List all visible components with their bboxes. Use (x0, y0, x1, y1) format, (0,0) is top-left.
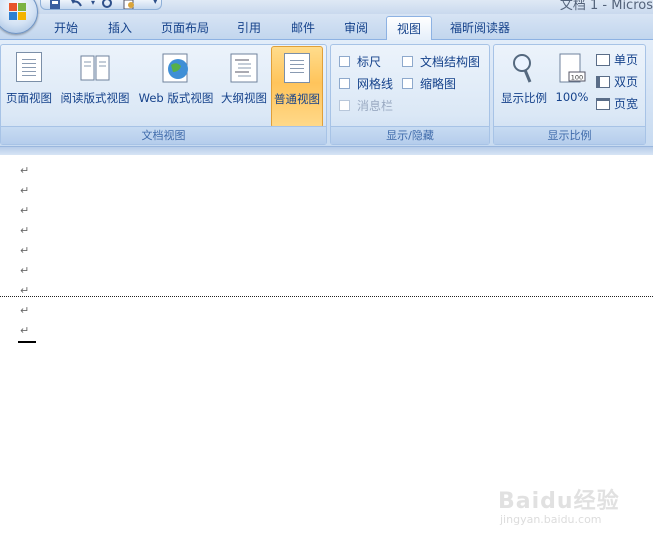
paragraph-mark: ↵ (20, 164, 30, 177)
tab-home[interactable]: 开始 (54, 19, 78, 36)
message-bar-checkbox: 消息栏 (339, 97, 393, 113)
draft-view-label: 普通视图 (274, 92, 320, 106)
paragraph-mark: ↵ (20, 224, 30, 237)
tab-references[interactable]: 引用 (237, 19, 261, 36)
web-layout-globe-icon (162, 53, 188, 83)
watermark-url: jingyan.baidu.com (500, 513, 602, 526)
draft-view-button[interactable]: 普通视图 (271, 46, 323, 128)
gridlines-label: 网格线 (357, 77, 394, 91)
quick-access-toolbar: ▾ ▾ (40, 0, 162, 10)
web-layout-button[interactable]: Web 版式视图 (135, 46, 217, 128)
tab-mailings[interactable]: 邮件 (291, 19, 315, 36)
zoom-label: 显示比例 (501, 91, 547, 105)
outline-view-button[interactable]: 大纲视图 (219, 46, 269, 128)
full-screen-reading-label: 阅读版式视图 (60, 91, 130, 105)
zoom-100-button[interactable]: 100 100% (552, 46, 592, 128)
document-map-checkbox[interactable]: 文档结构图 (402, 53, 480, 69)
print-layout-icon (16, 52, 42, 82)
one-page-button[interactable]: 单页 (596, 51, 638, 69)
open-book-icon (80, 55, 110, 81)
paragraph-mark: ↵ (20, 304, 30, 317)
outline-icon (230, 53, 258, 83)
full-screen-reading-button[interactable]: 阅读版式视图 (57, 46, 133, 128)
group-zoom-label: 显示比例 (494, 126, 645, 144)
page-width-label: 页宽 (614, 97, 639, 111)
web-layout-label: Web 版式视图 (138, 91, 214, 105)
paragraph-mark: ↵ (20, 204, 30, 217)
outline-view-label: 大纲视图 (221, 91, 267, 105)
ribbon-tab-bar: 开始 插入 页面布局 引用 邮件 审阅 视图 福昕阅读器 (0, 14, 653, 41)
page-width-icon (596, 98, 610, 110)
paragraph-mark: ↵ (20, 244, 30, 257)
save-icon[interactable] (49, 0, 61, 9)
watermark-brand: Baidu经验 (498, 489, 620, 514)
ribbon-bottom-edge (0, 146, 653, 155)
magnifier-icon (513, 54, 532, 83)
message-bar-checkbox-box (339, 100, 350, 111)
office-logo-icon (9, 3, 27, 21)
end-of-document-marker (18, 341, 36, 343)
redo-icon[interactable] (101, 0, 113, 9)
two-pages-label: 双页 (614, 75, 639, 89)
ribbon: 页面视图 阅读版式视图 Web 版式视图 大纲视图 普通视图 文档视图 标尺 文… (0, 40, 653, 146)
thumbnails-label: 缩略图 (420, 77, 457, 91)
two-pages-icon (596, 76, 610, 88)
tab-foxit-reader[interactable]: 福昕阅读器 (450, 19, 510, 36)
one-page-label: 单页 (614, 53, 639, 67)
tab-view[interactable]: 视图 (386, 16, 433, 41)
thumbnails-checkbox-box[interactable] (402, 78, 413, 89)
page-width-button[interactable]: 页宽 (596, 95, 638, 113)
group-show-hide: 标尺 文档结构图 网格线 缩略图 消息栏 显示/隐藏 (330, 44, 490, 145)
hundred-percent-icon: 100 (559, 53, 586, 83)
title-bar: ▾ ▾ 文档 1 - Micros (0, 0, 653, 14)
draft-view-icon (284, 53, 310, 83)
tab-insert[interactable]: 插入 (108, 19, 132, 36)
tab-review[interactable]: 审阅 (344, 19, 368, 36)
group-document-views: 页面视图 阅读版式视图 Web 版式视图 大纲视图 普通视图 文档视图 (0, 44, 327, 145)
document-map-label: 文档结构图 (420, 55, 481, 69)
group-show-hide-label: 显示/隐藏 (331, 126, 489, 144)
zoom-button[interactable]: 显示比例 (498, 46, 550, 128)
paragraph-mark: ↵ (20, 324, 30, 337)
print-layout-button[interactable]: 页面视图 (3, 46, 55, 128)
ruler-checkbox-box[interactable] (339, 56, 350, 67)
thumbnails-checkbox[interactable]: 缩略图 (402, 75, 456, 91)
ruler-checkbox[interactable]: 标尺 (339, 53, 381, 69)
window-title: 文档 1 - Micros (559, 0, 653, 13)
gridlines-checkbox[interactable]: 网格线 (339, 75, 393, 91)
zoom-100-label: 100% (555, 90, 589, 104)
print-layout-label: 页面视图 (6, 91, 52, 105)
ruler-label: 标尺 (357, 55, 382, 69)
group-zoom: 显示比例 100 100% 单页 双页 页宽 显示比例 (493, 44, 646, 145)
baidu-watermark: Baidu经验 jingyan.baidu.com (498, 475, 628, 535)
paragraph-mark: ↵ (20, 264, 30, 277)
print-preview-icon[interactable] (123, 0, 135, 9)
undo-dropdown-icon[interactable]: ▾ (91, 0, 95, 7)
one-page-icon (596, 54, 610, 66)
customize-qat-icon[interactable]: ▾ (153, 0, 158, 7)
tab-page-layout[interactable]: 页面布局 (161, 19, 209, 36)
undo-icon[interactable] (71, 0, 83, 9)
message-bar-label: 消息栏 (357, 99, 394, 113)
gridlines-checkbox-box[interactable] (339, 78, 350, 89)
page-break-line (0, 296, 653, 297)
document-map-checkbox-box[interactable] (402, 56, 413, 67)
hundred-icon-text: 100 (571, 74, 583, 82)
two-pages-button[interactable]: 双页 (596, 73, 638, 91)
paragraph-mark: ↵ (20, 184, 30, 197)
group-document-views-label: 文档视图 (1, 126, 326, 144)
